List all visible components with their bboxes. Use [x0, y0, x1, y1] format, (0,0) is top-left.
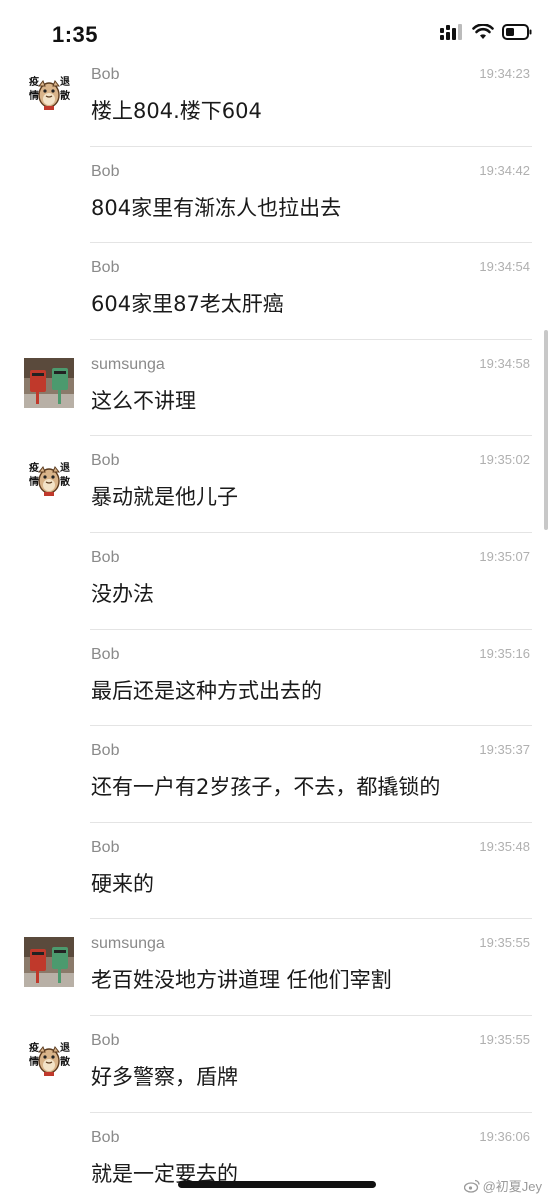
message-timestamp: 19:36:06 — [479, 1128, 530, 1144]
message-list[interactable]: 疫 情 退 散 Bob 19:34:23 楼上804.楼下604 Bob 19:34:4… — [0, 50, 554, 1200]
message-text: 最后还是这种方式出去的 — [91, 678, 322, 703]
message-timestamp: 19:35:55 — [479, 935, 530, 951]
svg-text:疫: 疫 — [29, 461, 39, 474]
message-timestamp: 19:35:16 — [479, 645, 530, 661]
scrollbar[interactable] — [544, 330, 548, 530]
svg-text:情: 情 — [29, 89, 39, 102]
svg-text:散: 散 — [60, 89, 71, 102]
message-item[interactable]: Bob 19:35:16 最后还是这种方式出去的 — [0, 630, 554, 727]
watermark: @初夏Jey — [463, 1176, 542, 1195]
message-text: 这么不讲理 — [91, 388, 196, 413]
message-timestamp: 19:34:58 — [479, 355, 530, 371]
message-text: 楼上804.楼下604 — [91, 99, 262, 123]
message-item[interactable]: Bob 19:35:37 还有一户有2岁孩子，不去，都撬锁的 — [0, 726, 554, 823]
weibo-logo-icon — [463, 1179, 480, 1193]
message-text: 硬来的 — [91, 871, 154, 896]
status-icons — [440, 24, 532, 40]
avatar[interactable] — [24, 357, 74, 408]
status-time: 1:35 — [52, 22, 99, 47]
battery-icon — [502, 24, 532, 40]
avatar[interactable]: 疫 情 退 散 — [24, 454, 74, 504]
message-timestamp: 19:35:02 — [479, 452, 530, 468]
message-sender: Bob — [91, 548, 120, 566]
message-sender: Bob — [91, 1128, 120, 1146]
message-sender: Bob — [91, 452, 120, 470]
message-item[interactable]: 疫 情 退 散 Bob 19:34:23 楼上804.楼下604 — [0, 50, 554, 147]
message-timestamp: 19:35:55 — [479, 1031, 530, 1047]
message-sender: Bob — [91, 742, 120, 760]
sumsunga-avatar-icon[interactable] — [24, 357, 74, 408]
message-item[interactable]: Bob 19:34:42 804家里有渐冻人也拉出去 — [0, 147, 554, 244]
message-text: 804家里有渐冻人也拉出去 — [91, 195, 342, 220]
home-indicator[interactable] — [178, 1181, 376, 1188]
message-text: 好多警察，盾牌 — [91, 1064, 238, 1089]
message-item[interactable]: 疫 情 退 散 Bob 19:35:02 暴动就是他儿子 — [0, 436, 554, 533]
message-item[interactable]: 疫 情 退 散 Bob 19:35:55 好多警察，盾牌 — [0, 1016, 554, 1113]
message-item[interactable]: Bob 19:35:07 没办法 — [0, 533, 554, 630]
message-sender: Bob — [91, 838, 120, 856]
message-sender: Bob — [91, 1031, 120, 1049]
message-sender: Bob — [91, 645, 120, 663]
svg-text:散: 散 — [60, 1055, 71, 1068]
message-item[interactable]: sumsunga 19:35:55 老百姓没地方讲道理 任他们宰割 — [0, 919, 554, 1016]
message-text: 还有一户有2岁孩子，不去，都撬锁的 — [91, 775, 441, 800]
message-timestamp: 19:34:54 — [479, 259, 530, 275]
message-sender: Bob — [91, 66, 120, 83]
message-timestamp: 19:35:07 — [479, 548, 530, 564]
avatar[interactable]: 疫 情 退 散 — [24, 68, 74, 118]
message-sender: sumsunga — [91, 355, 165, 373]
svg-text:退: 退 — [60, 1042, 70, 1054]
message-text: 暴动就是他儿子 — [91, 485, 238, 510]
sumsunga-avatar-icon[interactable] — [24, 937, 74, 988]
bob-avatar-icon[interactable]: 疫 情 退 散 — [24, 454, 74, 504]
svg-text:退: 退 — [60, 462, 70, 474]
wifi-icon — [472, 24, 494, 39]
message-sender: sumsunga — [91, 935, 165, 953]
message-sender: Bob — [91, 162, 120, 180]
message-item[interactable]: Bob 19:35:48 硬来的 — [0, 823, 554, 920]
avatar[interactable] — [24, 937, 74, 988]
message-item[interactable]: sumsunga 19:34:58 这么不讲理 — [0, 340, 554, 437]
message-sender: Bob — [91, 259, 120, 277]
svg-text:疫: 疫 — [29, 1041, 39, 1054]
bob-avatar-icon[interactable]: 疫 情 退 散 — [24, 1034, 74, 1084]
svg-text:疫: 疫 — [29, 75, 39, 88]
message-timestamp: 19:35:48 — [479, 838, 530, 854]
cellular-signal-icon — [440, 24, 462, 40]
svg-text:情: 情 — [29, 475, 39, 488]
message-timestamp: 19:34:23 — [479, 66, 530, 81]
message-item[interactable]: Bob 19:34:54 604家里87老太肝癌 — [0, 243, 554, 340]
svg-text:退: 退 — [60, 76, 70, 88]
avatar[interactable]: 疫 情 退 散 — [24, 1034, 74, 1084]
message-timestamp: 19:35:37 — [479, 742, 530, 758]
message-timestamp: 19:34:42 — [479, 162, 530, 178]
message-text: 604家里87老太肝癌 — [91, 292, 284, 317]
watermark-text: @初夏Jey — [482, 1179, 542, 1194]
chat-screen: 1:35 疫 情 退 散 Bob 19:34:23 楼上804.楼下604 Bo… — [0, 0, 554, 1200]
bob-avatar-icon[interactable]: 疫 情 退 散 — [24, 68, 74, 118]
message-text: 没办法 — [91, 581, 154, 606]
svg-text:情: 情 — [29, 1055, 39, 1068]
svg-text:散: 散 — [60, 475, 71, 488]
message-text: 老百姓没地方讲道理 任他们宰割 — [91, 968, 392, 993]
